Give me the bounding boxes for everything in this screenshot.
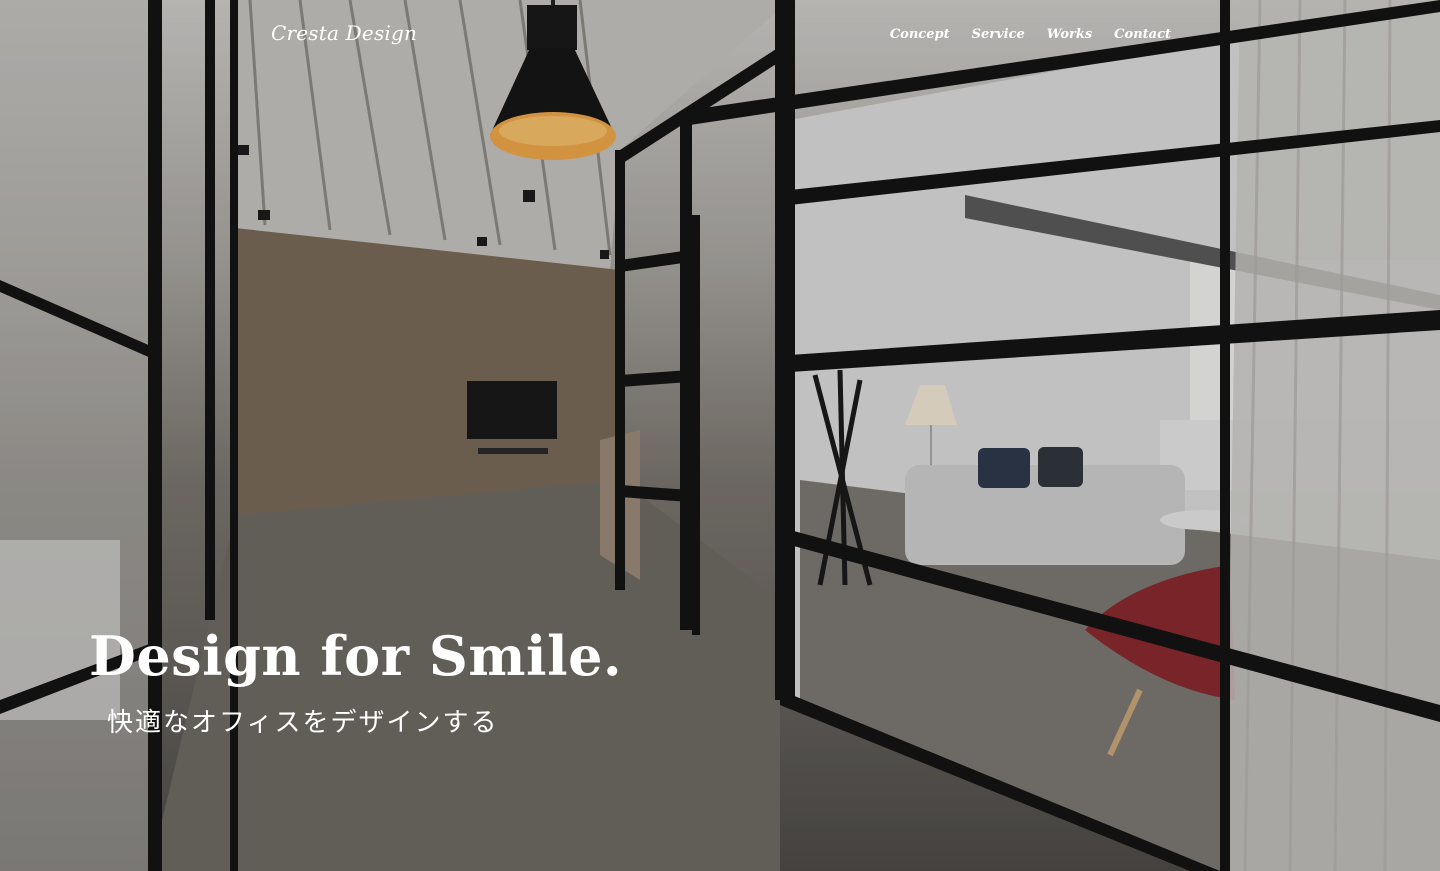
office-background-photo: [0, 0, 1440, 871]
site-logo[interactable]: Cresta Design: [271, 21, 417, 45]
site-header: Cresta Design Concept Service Works Cont…: [0, 0, 1440, 72]
hero-subline: 快適なオフィスをデザインする: [107, 708, 499, 738]
nav-item-concept[interactable]: Concept: [890, 27, 950, 42]
hero-headline: Design for Smile.: [89, 624, 623, 688]
nav-item-works[interactable]: Works: [1047, 27, 1092, 42]
nav-item-service[interactable]: Service: [972, 27, 1025, 42]
hero-section: Cresta Design Concept Service Works Cont…: [0, 0, 1440, 871]
nav-item-contact[interactable]: Contact: [1114, 27, 1171, 42]
main-nav: Concept Service Works Contact: [890, 27, 1171, 42]
